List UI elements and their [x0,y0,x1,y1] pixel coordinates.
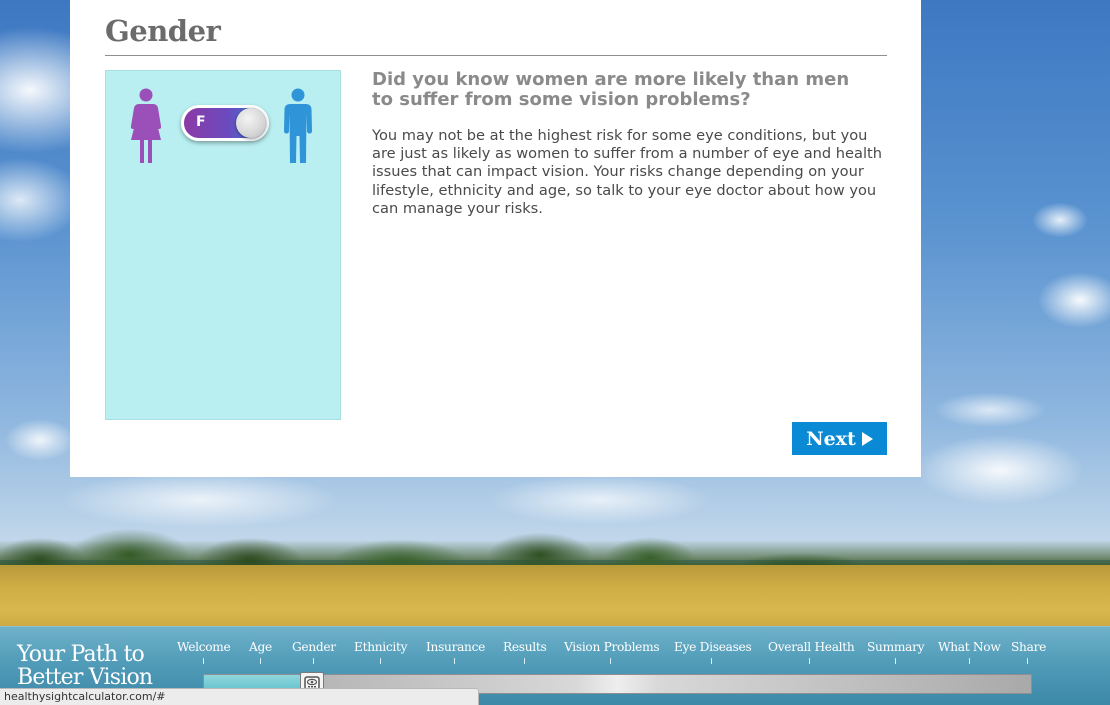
brand-line-2: Better Vision [17,665,153,690]
nav-tick [895,658,896,664]
status-bar-url: healthysightcalculator.com/# [0,688,479,705]
nav-gender[interactable]: Gender [292,640,336,654]
page-title: Gender [105,14,221,48]
gender-selector-panel: F [105,70,341,420]
next-button[interactable]: Next [792,422,887,455]
nav-vision-problems[interactable]: Vision Problems [564,640,660,654]
nav-tick [809,658,810,664]
nav-tick [969,658,970,664]
toggle-label: F [196,114,206,130]
nav-results[interactable]: Results [503,640,547,654]
info-heading: Did you know women are more likely than … [372,69,850,110]
nav-tick [313,658,314,664]
info-body: You may not be at the highest risk for s… [372,127,882,217]
nav-tick [1027,658,1028,664]
nav-eye-diseases[interactable]: Eye Diseases [674,640,752,654]
nav-tick [524,658,525,664]
female-figure-icon[interactable] [128,88,164,168]
gender-toggle[interactable]: F [181,105,269,141]
nav-tick [610,658,611,664]
nav-tick [454,658,455,664]
brand-logo: Your Path to Better Vision [17,642,153,690]
male-figure-icon[interactable] [282,88,314,168]
nav-age[interactable]: Age [249,640,272,654]
toggle-knob[interactable] [236,108,266,138]
nav-welcome[interactable]: Welcome [177,640,231,654]
nav-ethnicity[interactable]: Ethnicity [354,640,408,654]
gender-card: Gender F Did you know women are more lik… [70,0,921,477]
nav-tick [203,658,204,664]
field-background [0,565,1110,630]
title-divider [105,55,887,56]
brand-line-1: Your Path to [17,642,145,667]
nav-tick [260,658,261,664]
nav-tick [380,658,381,664]
nav-what-now[interactable]: What Now [938,640,1001,654]
play-arrow-icon [861,431,873,446]
nav-share[interactable]: Share [1011,640,1046,654]
next-button-label: Next [806,427,856,450]
nav-insurance[interactable]: Insurance [426,640,485,654]
nav-overall-health[interactable]: Overall Health [768,640,855,654]
nav-summary[interactable]: Summary [867,640,925,654]
nav-tick [711,658,712,664]
